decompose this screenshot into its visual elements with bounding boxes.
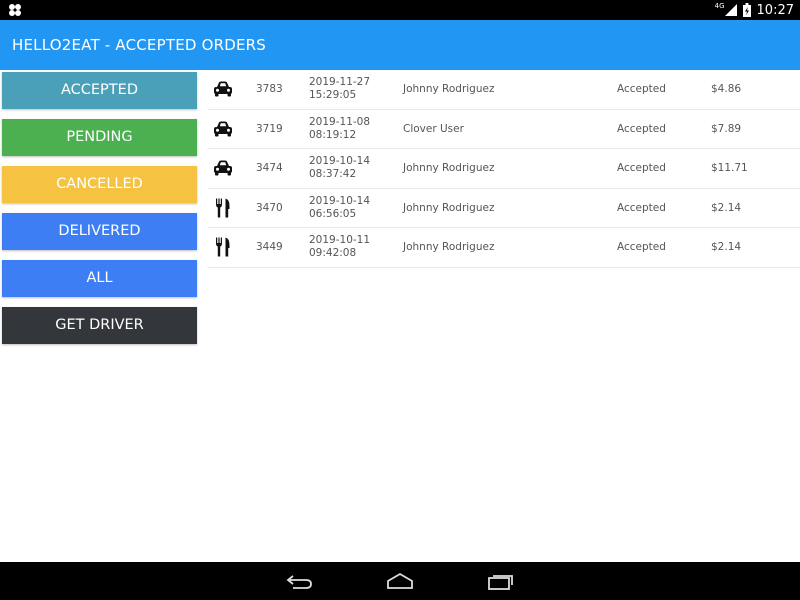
order-status: Accepted xyxy=(617,201,666,214)
car-icon xyxy=(214,81,232,97)
order-customer: Johnny Rodriguez xyxy=(403,83,495,95)
table-row[interactable]: 3449 2019-10-11 09:42:08 Johnny Rodriguez… xyxy=(208,228,800,268)
order-customer: Johnny Rodriguez xyxy=(403,201,495,214)
table-row[interactable]: 3719 2019-11-08 08:19:12 Clover User Acce… xyxy=(208,110,800,149)
order-id: 3470 xyxy=(256,201,283,214)
order-time: 15:29:05 xyxy=(309,89,357,101)
app-notification-icon xyxy=(9,4,21,16)
order-customer: Clover User xyxy=(403,122,464,135)
page-title: HELLO2EAT - ACCEPTED ORDERS xyxy=(12,36,266,54)
cancelled-button[interactable]: CANCELLED xyxy=(2,166,197,203)
order-status: Accepted xyxy=(617,162,666,174)
orders-list: 3783 2019-11-27 15:29:05 Johnny Rodriguez… xyxy=(208,70,800,268)
order-datetime: 2019-11-27 15:29:05 xyxy=(309,76,370,102)
order-amount: $2.14 xyxy=(711,241,742,253)
order-date: 2019-11-08 xyxy=(309,115,371,128)
fork-knife-icon xyxy=(216,198,230,217)
order-status: Accepted xyxy=(617,83,666,95)
order-amount: $11.71 xyxy=(711,162,748,174)
order-amount: $7.89 xyxy=(711,122,742,135)
order-time: 06:56:05 xyxy=(309,207,357,220)
table-row[interactable]: 3470 2019-10-14 06:56:05 Johnny Rodriguez… xyxy=(208,189,800,228)
network-type-label: 4G xyxy=(714,2,725,10)
order-time: 09:42:08 xyxy=(309,247,357,259)
order-time: 08:19:12 xyxy=(309,128,357,141)
signal-icon xyxy=(724,4,737,16)
main-content: ACCEPTED PENDING CANCELLED DELIVERED ALL… xyxy=(0,70,800,562)
car-icon xyxy=(214,121,232,136)
system-nav-bar xyxy=(0,562,800,600)
order-status: Accepted xyxy=(617,241,666,253)
fork-knife-icon xyxy=(216,237,230,257)
order-datetime: 2019-10-11 09:42:08 xyxy=(309,234,370,260)
status-bar: 4G 10:27 xyxy=(0,0,800,20)
order-amount: $2.14 xyxy=(711,201,742,214)
table-row[interactable]: 3474 2019-10-14 08:37:42 Johnny Rodriguez… xyxy=(208,149,800,189)
app-bar: HELLO2EAT - ACCEPTED ORDERS xyxy=(0,20,800,70)
order-date: 2019-10-14 xyxy=(309,194,371,207)
order-date: 2019-11-27 xyxy=(309,76,371,88)
filter-sidebar: ACCEPTED PENDING CANCELLED DELIVERED ALL… xyxy=(2,72,197,354)
recent-apps-icon[interactable] xyxy=(486,571,516,591)
order-id: 3783 xyxy=(256,83,283,95)
accepted-button[interactable]: ACCEPTED xyxy=(2,72,197,109)
order-id: 3474 xyxy=(256,162,283,174)
home-icon[interactable] xyxy=(385,571,415,591)
order-datetime: 2019-10-14 06:56:05 xyxy=(309,195,370,221)
order-id: 3719 xyxy=(256,122,283,135)
order-id: 3449 xyxy=(256,241,283,253)
order-customer: Johnny Rodriguez xyxy=(403,241,495,253)
order-datetime: 2019-10-14 08:37:42 xyxy=(309,155,370,181)
clock: 10:27 xyxy=(756,2,794,18)
get-driver-button[interactable]: GET DRIVER xyxy=(2,307,197,344)
order-customer: Johnny Rodriguez xyxy=(403,162,495,174)
back-icon[interactable] xyxy=(285,571,315,591)
battery-charging-icon xyxy=(742,3,751,17)
order-time: 08:37:42 xyxy=(309,168,357,180)
order-status: Accepted xyxy=(617,122,666,135)
order-amount: $4.86 xyxy=(711,83,742,95)
all-button[interactable]: ALL xyxy=(2,260,197,297)
order-date: 2019-10-14 xyxy=(309,155,371,167)
table-row[interactable]: 3783 2019-11-27 15:29:05 Johnny Rodriguez… xyxy=(208,70,800,110)
pending-button[interactable]: PENDING xyxy=(2,119,197,156)
order-datetime: 2019-11-08 08:19:12 xyxy=(309,116,370,142)
car-icon xyxy=(214,160,232,176)
delivered-button[interactable]: DELIVERED xyxy=(2,213,197,250)
order-date: 2019-10-11 xyxy=(309,234,371,246)
